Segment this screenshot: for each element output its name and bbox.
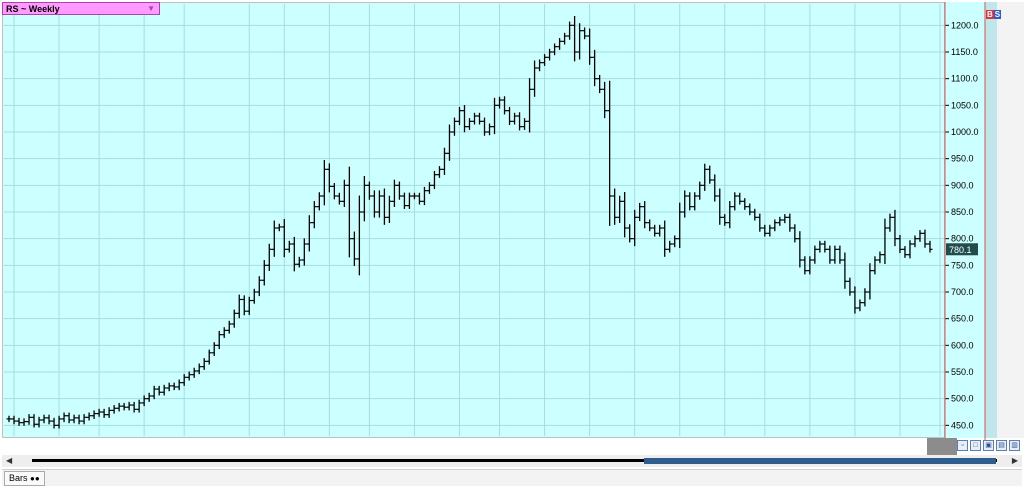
bars-tab[interactable]: Bars ●● [4,471,45,486]
y-tick-label: 950.0 [951,154,974,164]
bars-tab-label: Bars [9,473,28,483]
y-tick-label: 900.0 [951,180,974,190]
nav-button-3[interactable]: ▣ [983,440,994,451]
y-tick-label: 600.0 [951,340,974,350]
chart-svg: 450.0 500.0 550.0 600.0 650.0 700.0 750.0 800.0… [2,2,986,454]
status-bar: Bars ●● [2,469,1022,486]
dropdown-arrow-icon[interactable]: ▼ [147,3,155,15]
buy-badge[interactable]: B [986,10,994,19]
y-tick-label: 850.0 [951,207,974,217]
time-axis-end-marker [927,438,957,455]
scroll-thumb[interactable] [644,458,996,464]
nav-button-4[interactable]: ▤ [996,440,1007,451]
binoculars-icon: ●● [30,474,40,483]
horizontal-scrollbar[interactable]: ◀ ▶ [2,455,1022,467]
nav-button-5[interactable]: ▥ [1009,440,1020,451]
y-tick-label: 1000.0 [951,127,979,137]
y-tick-label: 700.0 [951,287,974,297]
last-price-label: 780.1 [949,245,972,255]
nav-button-2[interactable]: □ [970,440,981,451]
time-axis[interactable] [2,438,927,455]
nav-button-1[interactable]: ▫ [957,440,968,451]
y-tick-label: 550.0 [951,367,974,377]
chart-title: RS ~ Weekly [6,4,60,14]
chart-nav-buttons: ▫ □ ▣ ▤ ▥ [957,440,1020,454]
y-tick-label: 500.0 [951,394,974,404]
buy-sell-badge[interactable]: BS [986,10,1002,20]
chart-window: 450.0 500.0 550.0 600.0 650.0 700.0 750.0 800.0… [0,0,1024,487]
y-tick-label: 800.0 [951,234,974,244]
y-tick-label: 1100.0 [951,74,978,84]
y-tick-label: 750.0 [951,260,974,270]
chart-title-dropdown[interactable]: RS ~ Weekly ▼ [2,2,160,15]
sell-badge[interactable]: S [993,10,1002,19]
y-tick-label: 450.0 [951,420,974,430]
scroll-right-icon[interactable]: ▶ [1012,456,1018,465]
y-tick-label: 1150.0 [951,47,978,57]
scroll-left-icon[interactable]: ◀ [6,456,12,465]
y-tick-label: 1200.0 [951,20,979,30]
y-tick-label: 1050.0 [951,100,979,110]
y-tick-label: 650.0 [951,314,974,324]
